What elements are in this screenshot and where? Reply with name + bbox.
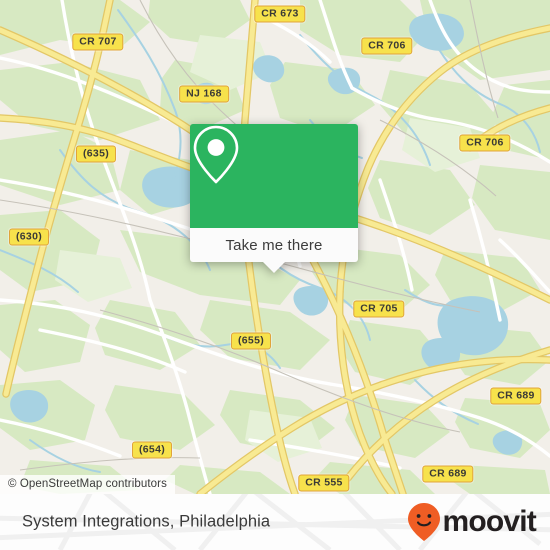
take-me-there-button[interactable]: Take me there bbox=[190, 228, 358, 273]
road-shield: CR 705 bbox=[353, 300, 405, 318]
moovit-logo[interactable]: moovit bbox=[407, 502, 537, 542]
footer-bar: System Integrations, Philadelphia moovit bbox=[0, 494, 550, 550]
road-shield: CR 689 bbox=[422, 465, 474, 483]
road-shield: (655) bbox=[230, 332, 272, 350]
road-shield: CR 707 bbox=[72, 33, 124, 51]
location-pin-icon bbox=[193, 125, 239, 184]
location-info-card[interactable]: Take me there bbox=[190, 124, 358, 273]
road-shield: CR 706 bbox=[361, 37, 413, 55]
road-shield: (635) bbox=[75, 145, 117, 163]
card-header bbox=[190, 124, 358, 228]
road-shield: (630) bbox=[8, 228, 50, 246]
road-shield: NJ 168 bbox=[179, 85, 229, 103]
road-shield: CR 689 bbox=[490, 387, 542, 405]
location-title: System Integrations, Philadelphia bbox=[22, 512, 271, 531]
road-shield: (654) bbox=[131, 441, 173, 459]
take-me-there-label: Take me there bbox=[225, 236, 323, 254]
osm-attribution[interactable]: © OpenStreetMap contributors bbox=[0, 475, 175, 494]
road-shield: CR 555 bbox=[298, 474, 350, 492]
map-canvas[interactable]: CR 673 CR 707 CR 706 NJ 168 CR 706 (635)… bbox=[0, 0, 550, 494]
card-pointer-tail bbox=[262, 261, 286, 273]
moovit-location-screenshot: CR 673 CR 707 CR 706 NJ 168 CR 706 (635)… bbox=[0, 0, 550, 550]
road-shield: CR 673 bbox=[254, 5, 306, 23]
moovit-wordmark: moovit bbox=[442, 505, 536, 538]
moovit-smiley-pin-icon bbox=[408, 503, 441, 541]
road-shield: CR 706 bbox=[459, 134, 511, 152]
